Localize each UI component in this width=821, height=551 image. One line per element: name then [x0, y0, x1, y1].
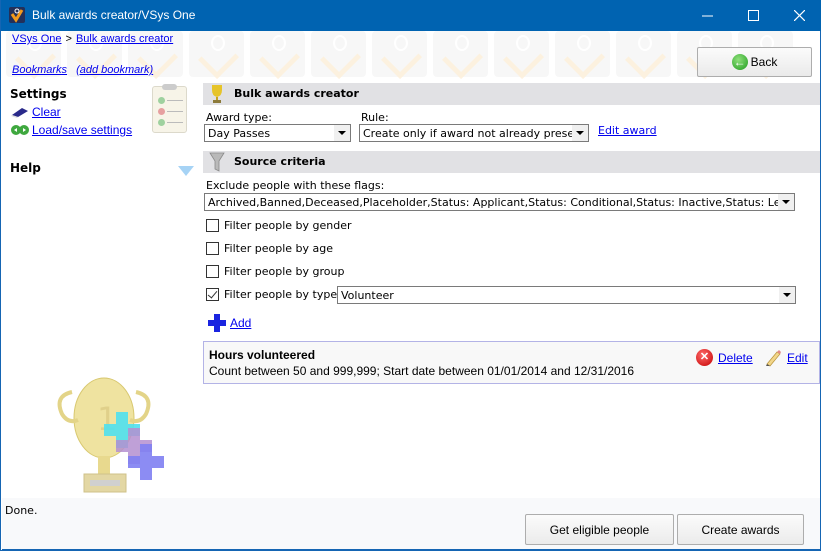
breadcrumb: VSys One > Bulk awards creator — [12, 33, 173, 45]
close-icon — [793, 10, 805, 21]
back-button-label: Back — [750, 55, 778, 69]
criteria-description: Count between 50 and 999,999; Start date… — [209, 364, 635, 378]
criteria-item: Hours volunteered Count between 50 and 9… — [203, 341, 820, 384]
filter-gender-label: Filter people by gender — [224, 219, 352, 232]
exclude-flags-value: Archived,Banned,Deceased,Placeholder,Sta… — [208, 196, 795, 209]
award-type-label: Award type: — [206, 111, 272, 124]
delete-criteria-button[interactable]: ✕ Delete — [696, 349, 753, 366]
close-button[interactable] — [776, 0, 821, 31]
watermark-logo-icon — [616, 31, 671, 77]
exclude-flags-select[interactable]: Archived,Banned,Deceased,Placeholder,Sta… — [204, 193, 795, 211]
delete-criteria-label[interactable]: Delete — [718, 351, 753, 365]
load-save-settings-link[interactable]: Load/save settings — [10, 123, 132, 137]
source-criteria-title: Source criteria — [234, 155, 326, 168]
bookmarks-bar: Bookmarks (add bookmark) — [12, 64, 159, 76]
watermark-logo-icon — [311, 31, 366, 77]
chevron-down-icon — [779, 287, 795, 303]
funnel-icon — [209, 152, 225, 172]
filter-age-row[interactable]: Filter people by age — [206, 242, 333, 255]
filter-group-label: Filter people by group — [224, 265, 345, 278]
award-type-value: Day Passes — [208, 127, 271, 140]
eraser-icon — [11, 108, 28, 118]
title-bar: Bulk awards creator/VSys One — [1, 0, 821, 31]
rule-select[interactable]: Create only if award not already present — [359, 124, 589, 142]
header-banner: VSys One > Bulk awards creator Bookmarks (… — [2, 31, 820, 80]
clipboard-checklist-icon — [152, 84, 187, 133]
get-eligible-people-button[interactable]: Get eligible people — [525, 514, 674, 545]
window-title: Bulk awards creator/VSys One — [32, 8, 196, 22]
main-panel: Bulk awards creator Award type: Day Pass… — [201, 80, 821, 498]
status-text: Done. — [5, 504, 38, 517]
get-eligible-people-label: Get eligible people — [549, 522, 650, 537]
clear-link[interactable]: Clear — [10, 105, 61, 119]
settings-heading: Settings — [10, 87, 67, 101]
trophy-icon — [212, 85, 222, 103]
help-heading: Help — [10, 161, 41, 175]
create-awards-label: Create awards — [701, 522, 780, 537]
filter-age-label: Filter people by age — [224, 242, 334, 255]
load-save-icon — [11, 125, 29, 135]
rule-label: Rule: — [361, 111, 389, 124]
watermark-logo-icon — [372, 31, 427, 77]
award-type-select[interactable]: Day Passes — [204, 124, 351, 142]
rule-value: Create only if award not already present — [363, 127, 586, 140]
chevron-down-icon — [778, 194, 794, 210]
breadcrumb-home-link[interactable]: VSys One — [12, 33, 62, 45]
watermark-logo-icon — [189, 31, 244, 77]
back-button[interactable]: ← Back — [697, 47, 812, 77]
exclude-flags-label: Exclude people with these flags: — [206, 179, 385, 192]
maximize-icon — [747, 10, 759, 21]
filter-type-value: Volunteer — [341, 289, 394, 302]
minimize-button[interactable] — [684, 0, 730, 31]
watermark-logo-icon — [555, 31, 610, 77]
load-save-settings-label[interactable]: Load/save settings — [32, 123, 132, 137]
add-criteria-label[interactable]: Add — [230, 316, 251, 330]
delete-x-icon: ✕ — [696, 349, 713, 366]
edit-criteria-label[interactable]: Edit — [787, 351, 808, 365]
plus-icon — [208, 314, 226, 332]
minimize-icon — [701, 15, 713, 17]
watermark-logo-icon — [433, 31, 488, 77]
filter-group-checkbox[interactable] — [206, 265, 219, 278]
filter-gender-row[interactable]: Filter people by gender — [206, 219, 352, 232]
clear-link-label[interactable]: Clear — [32, 105, 61, 119]
trophy-plus-illustration-icon: 1 — [57, 377, 164, 493]
app-window: Bulk awards creator/VSys One VSys One > … — [0, 0, 821, 551]
edit-criteria-button[interactable]: Edit — [764, 349, 808, 367]
filter-group-row[interactable]: Filter people by group — [206, 265, 344, 278]
criteria-title: Hours volunteered — [209, 348, 316, 362]
filter-type-checkbox[interactable] — [206, 288, 219, 301]
create-awards-button[interactable]: Create awards — [677, 514, 804, 545]
footer-bar: Done. Get eligible people Create awards — [2, 498, 820, 550]
arrow-left-circle-icon: ← — [731, 54, 748, 70]
filter-type-row[interactable]: Filter people by type — [206, 288, 337, 301]
help-expand-chevron-icon[interactable] — [178, 166, 194, 176]
filter-type-select[interactable]: Volunteer — [337, 286, 796, 304]
section-header-source-criteria: Source criteria — [203, 151, 820, 173]
edit-award-link[interactable]: Edit award — [598, 124, 657, 137]
breadcrumb-current-link[interactable]: Bulk awards creator — [76, 33, 173, 45]
watermark-logo-icon — [494, 31, 549, 77]
maximize-button[interactable] — [730, 0, 776, 31]
pencil-icon — [766, 350, 781, 367]
sidebar: Settings Clear Load/save settings Help 1 — [2, 80, 200, 498]
watermark-logo-icon — [250, 31, 305, 77]
breadcrumb-separator: > — [65, 33, 72, 45]
add-bookmark-link[interactable]: (add bookmark) — [76, 64, 153, 76]
filter-gender-checkbox[interactable] — [206, 219, 219, 232]
section-title: Bulk awards creator — [234, 87, 359, 100]
chevron-down-icon — [334, 125, 350, 141]
filter-type-label: Filter people by type — [224, 288, 338, 301]
vsys-logo-icon — [9, 7, 25, 23]
filter-age-checkbox[interactable] — [206, 242, 219, 255]
bookmarks-link[interactable]: Bookmarks — [12, 64, 67, 76]
chevron-down-icon — [572, 125, 588, 141]
section-header-bulk-awards: Bulk awards creator — [203, 83, 820, 105]
add-criteria-button[interactable]: Add — [208, 314, 251, 332]
